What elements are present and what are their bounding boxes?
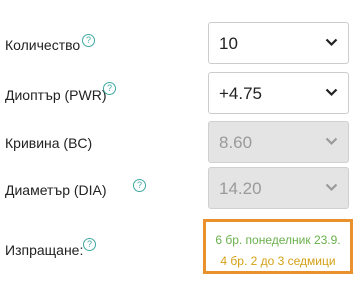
lens-options-form: Количество ? 10 Диоптър (PWR) ? +4.75 Кр… <box>0 0 357 289</box>
base-curve-value: 8.60 <box>219 133 253 152</box>
power-row: Диоптър (PWR) ? +4.75 <box>0 72 357 114</box>
help-icon[interactable]: ? <box>133 179 146 192</box>
chevron-down-icon <box>325 137 338 146</box>
chevron-down-icon <box>325 183 338 192</box>
shipping-in-stock-text: 6 бр. понеделник 23.9. <box>215 233 341 247</box>
help-icon[interactable]: ? <box>83 238 96 251</box>
diameter-select: 14.20 <box>208 167 349 209</box>
base-curve-row: Кривина (BC) 8.60 <box>0 121 357 163</box>
base-curve-select: 8.60 <box>208 121 349 163</box>
diameter-label: Диаметър (DIA) <box>5 182 107 198</box>
quantity-select[interactable]: 10 <box>208 22 349 64</box>
shipping-availability-box: 6 бр. понеделник 23.9. 4 бр. 2 до 3 седм… <box>203 219 353 274</box>
chevron-down-icon <box>325 88 338 97</box>
quantity-value: 10 <box>219 34 238 53</box>
shipping-delayed-text: 4 бр. 2 до 3 седмици <box>220 254 336 268</box>
help-icon[interactable]: ? <box>82 34 95 47</box>
chevron-down-icon <box>325 38 338 47</box>
shipping-label: Изпращане: <box>5 242 84 258</box>
base-curve-label: Кривина (BC) <box>5 135 93 151</box>
diameter-value: 14.20 <box>219 179 262 198</box>
quantity-label: Количество <box>5 37 81 53</box>
power-value: +4.75 <box>219 84 263 103</box>
diameter-row: Диаметър (DIA) ? 14.20 <box>0 167 357 209</box>
power-select[interactable]: +4.75 <box>208 72 349 114</box>
quantity-row: Количество ? 10 <box>0 22 357 64</box>
power-label: Диоптър (PWR) <box>5 87 107 103</box>
help-icon[interactable]: ? <box>103 82 116 95</box>
